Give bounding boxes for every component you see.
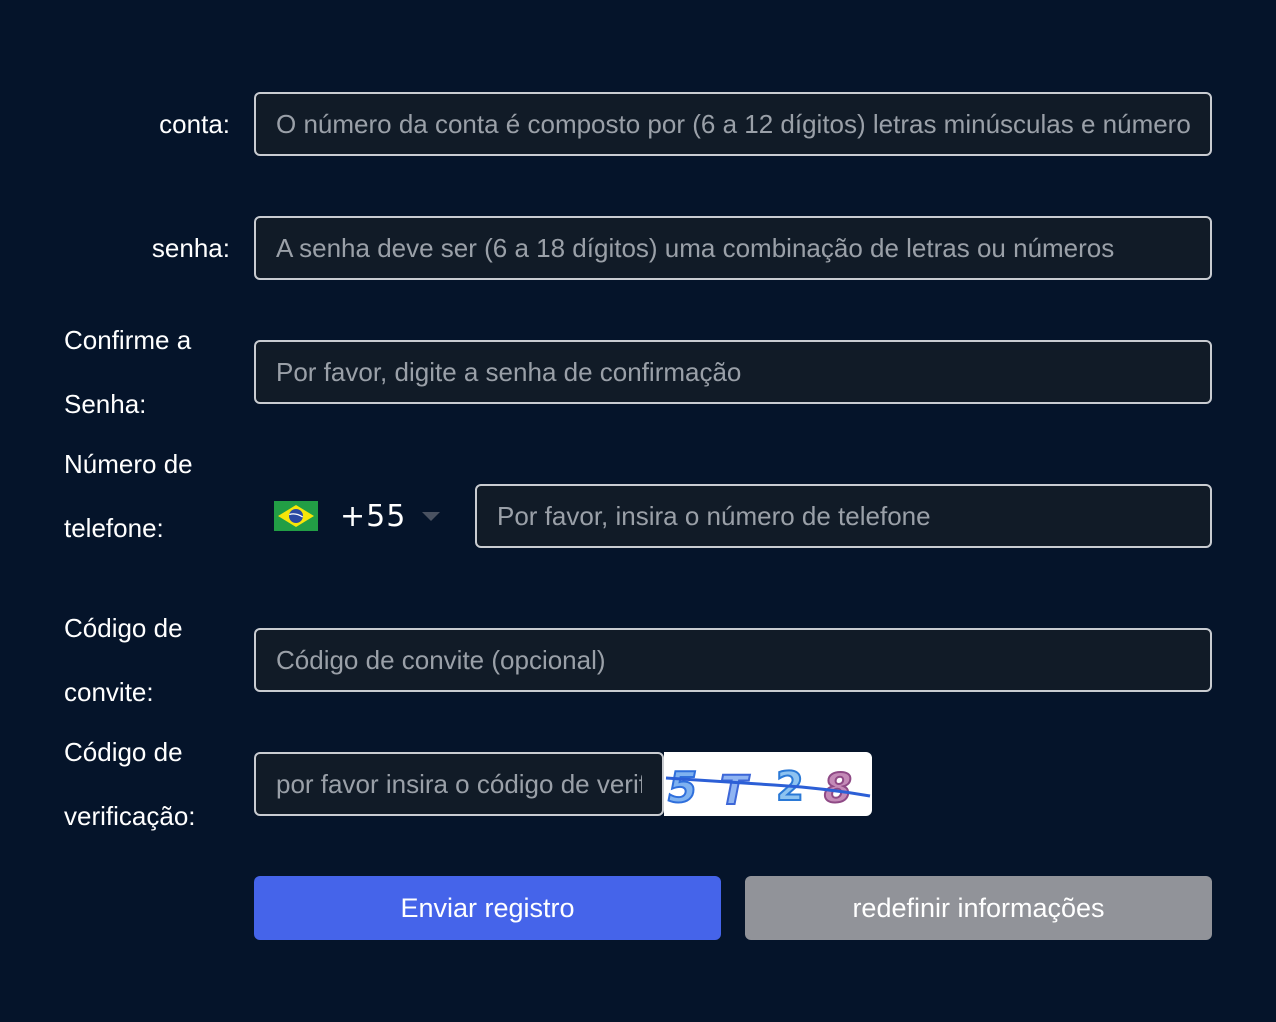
verification-code-label-line1: Código de xyxy=(64,737,183,767)
verification-code-input[interactable] xyxy=(254,752,664,816)
account-input[interactable] xyxy=(254,92,1212,156)
brazil-flag-icon xyxy=(274,501,318,531)
captcha-char-2: T xyxy=(720,768,750,814)
phone-label: Número de telefone: xyxy=(64,432,234,560)
phone-input[interactable] xyxy=(475,484,1212,548)
invite-code-input[interactable] xyxy=(254,628,1212,692)
invite-code-label-line1: Código de xyxy=(64,613,183,643)
confirm-password-input[interactable] xyxy=(254,340,1212,404)
password-label: senha: xyxy=(151,233,230,263)
reset-info-button[interactable]: redefinir informações xyxy=(745,876,1212,940)
captcha-image[interactable]: 5 T 2 8 xyxy=(664,752,872,816)
country-code-select[interactable]: +55 xyxy=(274,484,441,548)
invite-code-label-line2: convite: xyxy=(64,677,154,707)
dial-code: +55 xyxy=(340,498,407,534)
invite-code-label: Código de convite: xyxy=(64,596,234,724)
confirm-password-label-line2: Senha: xyxy=(64,389,147,419)
chevron-down-icon xyxy=(422,511,441,521)
phone-label-line2: telefone: xyxy=(64,513,164,543)
password-input[interactable] xyxy=(254,216,1212,280)
captcha-char-1: 5 xyxy=(668,763,697,812)
verification-code-label: Código de verificação: xyxy=(64,720,234,848)
account-label: conta: xyxy=(159,109,230,139)
verification-code-label-line2: verificação: xyxy=(64,801,196,831)
confirm-password-label: Confirme a Senha: xyxy=(64,308,234,436)
confirm-password-label-line1: Confirme a xyxy=(64,325,192,355)
submit-registration-button[interactable]: Enviar registro xyxy=(254,876,721,940)
phone-label-line1: Número de xyxy=(64,449,193,479)
captcha-graphic: 5 T 2 8 xyxy=(665,762,871,815)
